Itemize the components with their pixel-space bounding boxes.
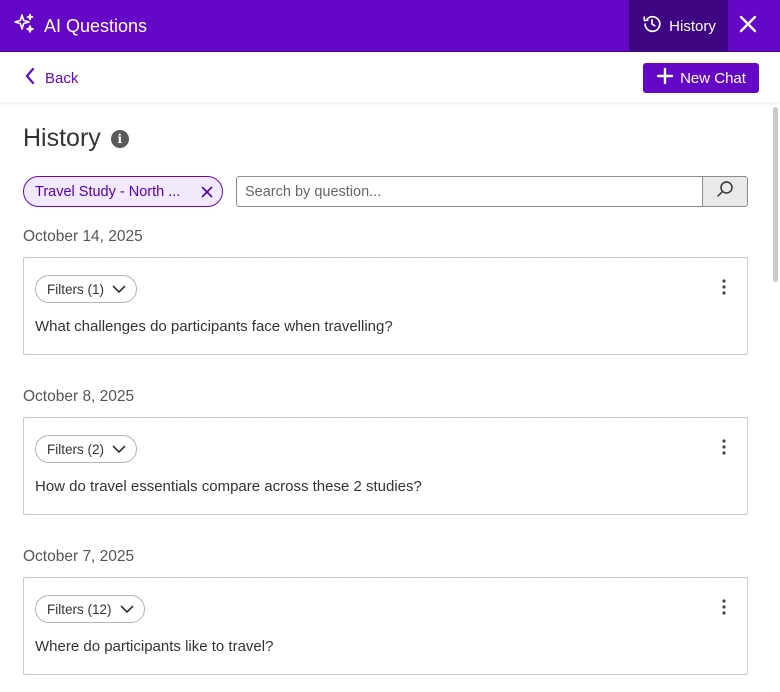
plus-icon <box>656 67 674 89</box>
close-icon[interactable] <box>192 186 222 198</box>
history-button[interactable]: History <box>629 0 728 52</box>
history-button-label: History <box>669 17 716 35</box>
filters-dropdown[interactable]: Filters (12) <box>35 595 145 623</box>
search-button[interactable] <box>702 176 748 207</box>
search-input[interactable] <box>236 176 703 207</box>
close-icon <box>738 14 758 39</box>
history-card[interactable]: Filters (2) How do travel essentials com… <box>23 417 748 515</box>
date-heading: October 8, 2025 <box>23 388 135 405</box>
study-filter-chip[interactable]: Travel Study - North ... <box>23 176 223 207</box>
app-title: AI Questions <box>44 15 148 36</box>
question-text: How do travel essentials compare across … <box>35 478 422 495</box>
filters-dropdown[interactable]: Filters (1) <box>35 275 137 303</box>
page-title-text: History <box>23 124 101 152</box>
filters-label: Filters (2) <box>47 441 104 457</box>
navigation-bar: Back New Chat <box>0 52 780 102</box>
scrollbar-thumb[interactable] <box>773 107 778 282</box>
info-icon[interactable]: i <box>110 129 129 148</box>
filters-label: Filters (1) <box>47 281 104 297</box>
back-label: Back <box>45 69 79 87</box>
chevron-down-icon <box>112 442 126 457</box>
kebab-menu-icon[interactable] <box>712 596 736 618</box>
back-button[interactable]: Back <box>24 66 78 90</box>
question-text: What challenges do participants face whe… <box>35 318 393 335</box>
new-chat-label: New Chat <box>680 69 746 87</box>
history-icon <box>641 13 663 39</box>
study-filter-chip-label: Travel Study - North ... <box>35 183 181 200</box>
history-card[interactable]: Filters (1) What challenges do participa… <box>23 257 748 355</box>
app-title-group: AI Questions <box>12 0 147 52</box>
history-card[interactable]: Filters (12) Where do participants like … <box>23 577 748 675</box>
sparkle-icon <box>12 12 36 41</box>
filters-dropdown[interactable]: Filters (2) <box>35 435 137 463</box>
scrollbar[interactable] <box>770 102 780 692</box>
date-heading: October 7, 2025 <box>23 548 135 565</box>
new-chat-button[interactable]: New Chat <box>643 63 759 93</box>
kebab-menu-icon[interactable] <box>712 276 736 298</box>
chevron-down-icon <box>112 282 126 297</box>
chevron-left-icon <box>24 67 36 89</box>
kebab-menu-icon[interactable] <box>712 436 736 458</box>
close-button[interactable] <box>728 0 768 52</box>
page-title: History i <box>23 124 129 153</box>
date-heading: October 14, 2025 <box>23 228 143 245</box>
chevron-down-icon <box>120 602 134 617</box>
filters-label: Filters (12) <box>47 601 112 617</box>
history-panel: History i Travel Study - North ... Octob… <box>0 102 768 692</box>
question-text: Where do participants like to travel? <box>35 638 274 655</box>
title-bar: AI Questions History <box>0 0 780 52</box>
search-icon <box>716 180 734 203</box>
